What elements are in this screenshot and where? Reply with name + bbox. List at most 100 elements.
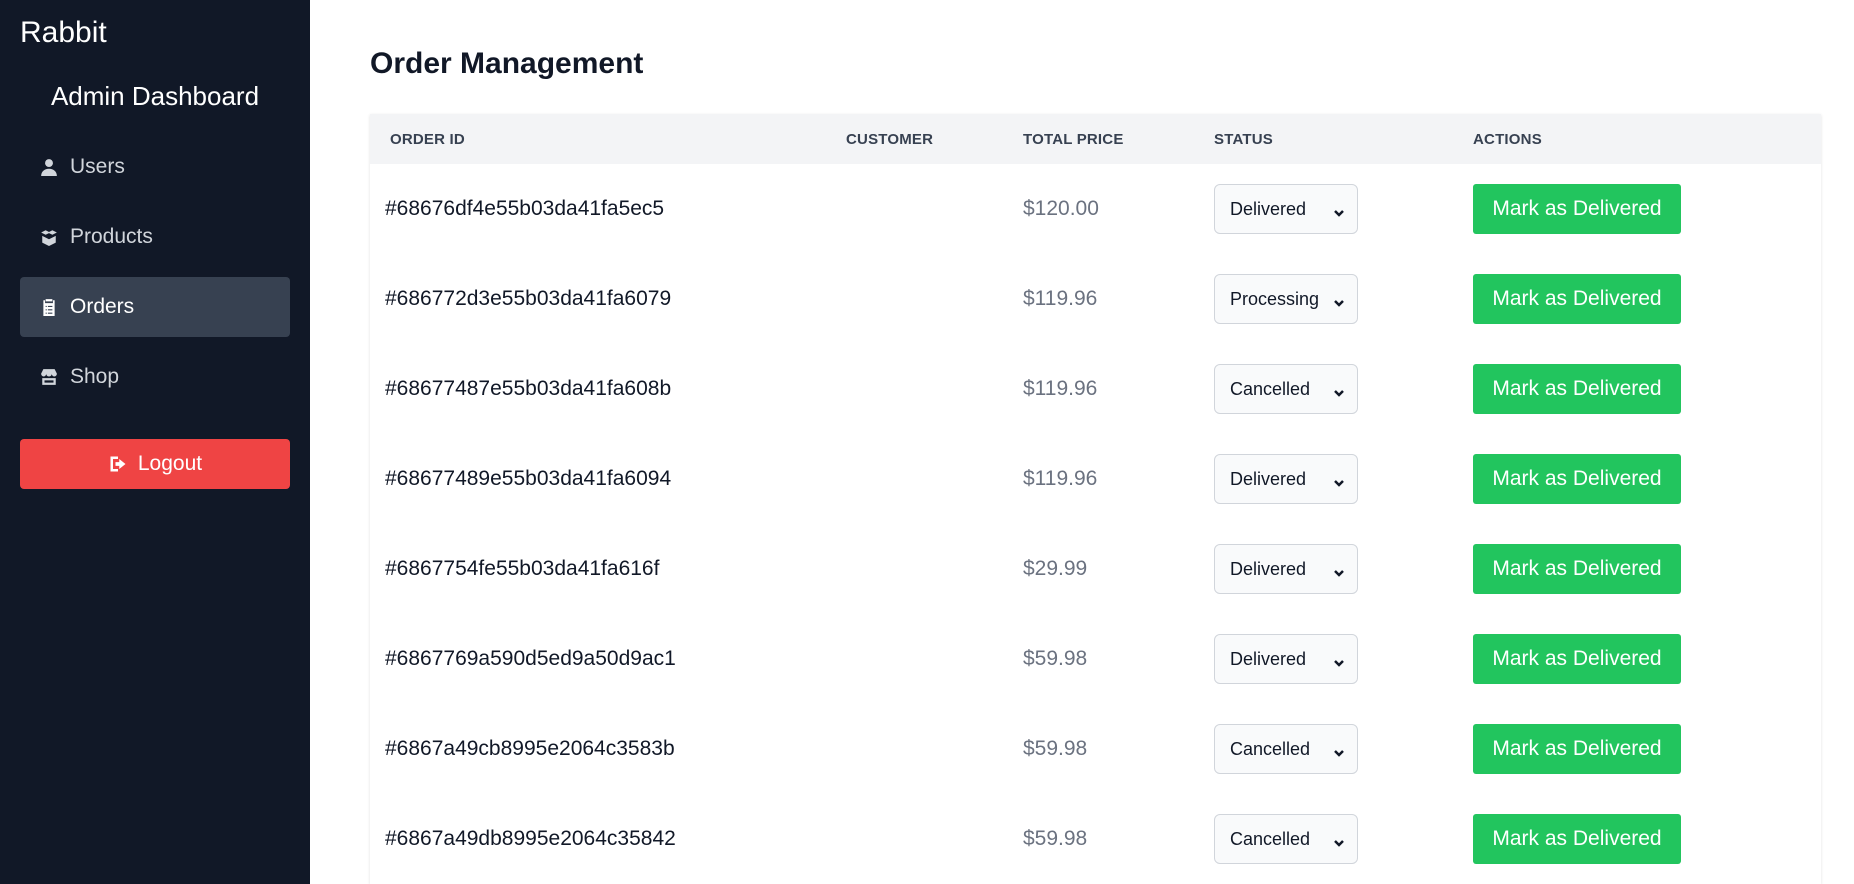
status-cell: Delivered <box>1214 164 1473 254</box>
status-select[interactable]: Cancelled <box>1214 814 1358 864</box>
clipboard-icon <box>40 298 58 316</box>
mark-as-delivered-button[interactable]: Mark as Delivered <box>1473 544 1681 594</box>
total-price-cell: $120.00 <box>1023 197 1099 220</box>
status-select[interactable]: Delivered <box>1214 454 1358 504</box>
status-value: Processing <box>1230 288 1320 309</box>
brand-logo[interactable]: Rabbit <box>20 16 290 50</box>
chevron-down-icon <box>1333 293 1345 307</box>
sidebar: Rabbit Admin Dashboard Users Products Or… <box>0 0 310 884</box>
status-cell: Delivered <box>1214 524 1473 614</box>
mark-as-delivered-button[interactable]: Mark as Delivered <box>1473 274 1681 324</box>
table-row: #68677487e55b03da41fa608b $119.96 Cancel… <box>370 344 1821 434</box>
actions-cell: Mark as Delivered <box>1473 794 1821 884</box>
column-header-actions: ACTIONS <box>1473 130 1542 148</box>
status-select[interactable]: Delivered <box>1214 634 1358 684</box>
actions-cell: Mark as Delivered <box>1473 614 1821 704</box>
logout-label: Logout <box>137 452 203 475</box>
order-id-cell: #68677487e55b03da41fa608b <box>385 377 672 400</box>
order-id-cell: #6867a49db8995e2064c35842 <box>385 827 676 850</box>
mark-as-delivered-button[interactable]: Mark as Delivered <box>1473 724 1681 774</box>
order-id-cell: #68676df4e55b03da41fa5ec5 <box>385 197 665 220</box>
total-price-cell: $59.98 <box>1023 827 1088 850</box>
sidebar-nav: Users Products Orders Shop <box>20 137 290 407</box>
orders-table-container: ORDER ID CUSTOMER TOTAL PRICE STATUS ACT… <box>370 114 1821 884</box>
table-row: #68676df4e55b03da41fa5ec5 $120.00 Delive… <box>370 164 1821 254</box>
mark-as-delivered-button[interactable]: Mark as Delivered <box>1473 814 1681 864</box>
orders-table: ORDER ID CUSTOMER TOTAL PRICE STATUS ACT… <box>370 114 1821 884</box>
page-title: Order Management <box>370 47 644 80</box>
customer-cell <box>846 794 1023 884</box>
actions-cell: Mark as Delivered <box>1473 524 1821 614</box>
chevron-down-icon <box>1333 383 1345 397</box>
mark-as-delivered-button[interactable]: Mark as Delivered <box>1473 184 1681 234</box>
status-select[interactable]: Cancelled <box>1214 364 1358 414</box>
table-row: #6867754fe55b03da41fa616f $29.99 Deliver… <box>370 524 1821 614</box>
chevron-down-icon <box>1333 563 1345 577</box>
table-row: #6867769a590d5ed9a50d9ac1 $59.98 Deliver… <box>370 614 1821 704</box>
status-cell: Processing <box>1214 254 1473 344</box>
customer-cell <box>846 524 1023 614</box>
dashboard-title: Admin Dashboard <box>50 81 260 111</box>
table-header: ORDER ID CUSTOMER TOTAL PRICE STATUS ACT… <box>370 114 1821 164</box>
status-select[interactable]: Delivered <box>1214 184 1358 234</box>
status-value: Cancelled <box>1230 828 1311 849</box>
status-value: Cancelled <box>1230 378 1311 399</box>
customer-cell <box>846 164 1023 254</box>
column-header-total-price: TOTAL PRICE <box>1023 130 1124 148</box>
table-row: #6867a49db8995e2064c35842 $59.98 Cancell… <box>370 794 1821 884</box>
mark-as-delivered-button[interactable]: Mark as Delivered <box>1473 634 1681 684</box>
sidebar-item-users[interactable]: Users <box>20 137 290 197</box>
sign-out-icon <box>110 456 126 472</box>
store-icon <box>40 368 58 386</box>
status-select[interactable]: Delivered <box>1214 544 1358 594</box>
order-id-cell: #686772d3e55b03da41fa6079 <box>385 287 672 310</box>
status-select[interactable]: Processing <box>1214 274 1358 324</box>
order-id-cell: #6867a49cb8995e2064c3583b <box>385 737 675 760</box>
actions-cell: Mark as Delivered <box>1473 344 1821 434</box>
customer-cell <box>846 434 1023 524</box>
chevron-down-icon <box>1333 743 1345 757</box>
user-icon <box>40 158 58 176</box>
status-cell: Delivered <box>1214 614 1473 704</box>
sidebar-item-label: Shop <box>70 365 120 388</box>
logout-button[interactable]: Logout <box>20 439 290 489</box>
actions-cell: Mark as Delivered <box>1473 254 1821 344</box>
total-price-cell: $119.96 <box>1023 377 1098 400</box>
table-body: #68676df4e55b03da41fa5ec5 $120.00 Delive… <box>370 164 1821 884</box>
sidebar-item-shop[interactable]: Shop <box>20 347 290 407</box>
chevron-down-icon <box>1333 203 1345 217</box>
table-row: #686772d3e55b03da41fa6079 $119.96 Proces… <box>370 254 1821 344</box>
sidebar-item-orders[interactable]: Orders <box>20 277 290 337</box>
sidebar-item-label: Orders <box>70 295 135 318</box>
sidebar-item-label: Users <box>70 155 125 178</box>
sidebar-item-products[interactable]: Products <box>20 207 290 267</box>
order-id-cell: #6867769a590d5ed9a50d9ac1 <box>385 647 676 670</box>
status-value: Delivered <box>1230 648 1307 669</box>
status-select[interactable]: Cancelled <box>1214 724 1358 774</box>
status-cell: Cancelled <box>1214 704 1473 794</box>
actions-cell: Mark as Delivered <box>1473 164 1821 254</box>
table-row: #68677489e55b03da41fa6094 $119.96 Delive… <box>370 434 1821 524</box>
order-id-cell: #6867754fe55b03da41fa616f <box>385 557 660 580</box>
actions-cell: Mark as Delivered <box>1473 704 1821 794</box>
status-value: Delivered <box>1230 198 1307 219</box>
chevron-down-icon <box>1333 653 1345 667</box>
total-price-cell: $29.99 <box>1023 557 1088 580</box>
mark-as-delivered-button[interactable]: Mark as Delivered <box>1473 454 1681 504</box>
column-header-customer: CUSTOMER <box>846 130 934 148</box>
status-cell: Cancelled <box>1214 794 1473 884</box>
chevron-down-icon <box>1333 473 1345 487</box>
status-value: Delivered <box>1230 468 1307 489</box>
total-price-cell: $119.96 <box>1023 287 1098 310</box>
order-id-cell: #68677489e55b03da41fa6094 <box>385 467 672 490</box>
sidebar-item-label: Products <box>70 225 153 248</box>
chevron-down-icon <box>1333 833 1345 847</box>
total-price-cell: $59.98 <box>1023 647 1088 670</box>
status-value: Cancelled <box>1230 738 1311 759</box>
app-root: Rabbit Admin Dashboard Users Products Or… <box>0 0 1854 884</box>
status-value: Delivered <box>1230 558 1307 579</box>
mark-as-delivered-button[interactable]: Mark as Delivered <box>1473 364 1681 414</box>
customer-cell <box>846 704 1023 794</box>
total-price-cell: $119.96 <box>1023 467 1098 490</box>
column-header-order-id: ORDER ID <box>390 130 465 148</box>
